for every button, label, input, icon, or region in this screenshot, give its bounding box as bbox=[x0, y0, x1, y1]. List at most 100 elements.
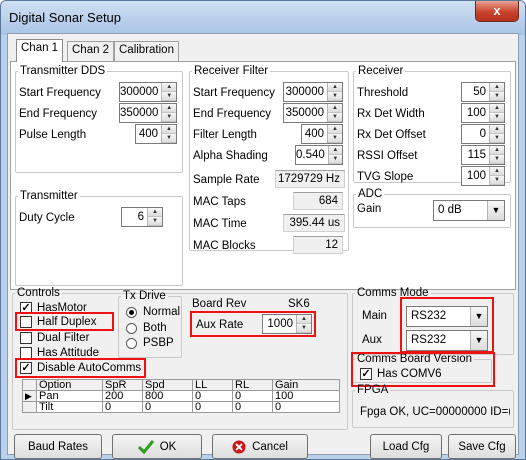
rf-end-frequency-spinner[interactable]: 350000 ▲ ▼ bbox=[283, 103, 343, 123]
motor-options-table[interactable]: Option SpR Spd LL RL Gain ▶ Pan 200 800 … bbox=[22, 379, 340, 413]
fpga-legend: FPGA bbox=[357, 384, 389, 396]
threshold-spinner[interactable]: 50 ▲ ▼ bbox=[461, 82, 505, 102]
table-cell[interactable]: Tilt bbox=[36, 401, 103, 413]
rx-det-width-spinner[interactable]: 100 ▲ ▼ bbox=[461, 103, 505, 123]
spin-down-icon[interactable]: ▼ bbox=[490, 134, 504, 143]
table-cell[interactable]: 200 bbox=[102, 390, 143, 402]
pulse-length-value[interactable]: 400 bbox=[136, 125, 161, 143]
table-row[interactable]: ▶ Pan 200 800 0 0 100 bbox=[22, 390, 340, 402]
radio-selected-icon[interactable] bbox=[126, 306, 137, 318]
spin-down-icon[interactable]: ▼ bbox=[328, 134, 342, 143]
table-row[interactable]: Tilt 0 0 0 0 0 bbox=[22, 401, 340, 413]
table-cell[interactable]: 0 bbox=[192, 401, 233, 413]
spin-up-icon[interactable]: ▲ bbox=[490, 146, 504, 155]
tvg-slope-spinner[interactable]: 100 ▲ ▼ bbox=[461, 166, 505, 186]
spin-down-icon[interactable]: ▼ bbox=[328, 113, 342, 122]
ok-button[interactable]: OK bbox=[112, 434, 202, 459]
spin-down-icon[interactable]: ▼ bbox=[162, 113, 176, 122]
table-cell[interactable]: 0 bbox=[272, 401, 340, 413]
radio-icon[interactable] bbox=[126, 322, 137, 334]
comms-aux-label: Aux bbox=[362, 334, 382, 346]
filter-length-spinner[interactable]: 400 ▲ ▼ bbox=[301, 124, 343, 144]
row-selector-cell[interactable] bbox=[22, 401, 37, 413]
cancel-button[interactable]: Cancel bbox=[212, 434, 308, 459]
spin-up-icon[interactable]: ▲ bbox=[328, 104, 342, 113]
alpha-shading-spinner[interactable]: 0.540 ▲ ▼ bbox=[295, 145, 343, 165]
duty-cycle-value[interactable]: 6 bbox=[122, 208, 147, 226]
spin-down-icon[interactable]: ▼ bbox=[490, 92, 504, 101]
spin-up-icon[interactable]: ▲ bbox=[490, 125, 504, 134]
tx-end-frequency-value[interactable]: 350000 bbox=[120, 104, 161, 122]
tx-drive-psbp-label: PSBP bbox=[143, 337, 174, 349]
title-bar[interactable]: Digital Sonar Setup x bbox=[1, 1, 525, 35]
tx-drive-normal-radio[interactable]: Normal bbox=[126, 306, 180, 318]
tx-start-frequency-spinner[interactable]: 300000 ▲ ▼ bbox=[119, 82, 177, 102]
pulse-length-spinner[interactable]: 400 ▲ ▼ bbox=[135, 124, 177, 144]
table-cell[interactable]: 800 bbox=[142, 390, 193, 402]
spin-up-icon[interactable]: ▲ bbox=[162, 83, 176, 92]
spin-down-icon[interactable]: ▼ bbox=[490, 176, 504, 185]
table-cell[interactable]: 0 bbox=[102, 401, 143, 413]
table-cell[interactable]: 0 bbox=[232, 390, 273, 402]
table-cell[interactable]: 0 bbox=[192, 390, 233, 402]
comms-mode-highlight bbox=[400, 297, 494, 353]
table-header-spr: SpR bbox=[102, 379, 143, 391]
spin-up-icon[interactable]: ▲ bbox=[490, 83, 504, 92]
spin-down-icon[interactable]: ▼ bbox=[328, 92, 342, 101]
table-cell[interactable]: 0 bbox=[142, 401, 193, 413]
tx-drive-both-radio[interactable]: Both bbox=[126, 322, 167, 334]
dual-filter-check[interactable] bbox=[20, 332, 32, 344]
table-cell[interactable]: Pan bbox=[36, 390, 103, 402]
spin-down-icon[interactable]: ▼ bbox=[490, 155, 504, 164]
tx-start-frequency-value[interactable]: 300000 bbox=[120, 83, 161, 101]
table-cell[interactable]: 0 bbox=[232, 401, 273, 413]
dual-filter-checkbox[interactable]: Dual Filter bbox=[20, 332, 89, 344]
rssi-offset-spinner[interactable]: 115 ▲ ▼ bbox=[461, 145, 505, 165]
table-header-spd: Spd bbox=[142, 379, 193, 391]
adc-gain-value[interactable]: 0 dB bbox=[434, 201, 487, 220]
tab-chan-1[interactable]: Chan 1 bbox=[16, 39, 64, 62]
spin-up-icon[interactable]: ▲ bbox=[162, 104, 176, 113]
table-cell[interactable]: 100 bbox=[272, 390, 340, 402]
rx-det-offset-value[interactable]: 0 bbox=[462, 125, 489, 143]
baud-rates-button[interactable]: Baud Rates bbox=[14, 434, 102, 459]
rf-start-frequency-spinner[interactable]: 300000 ▲ ▼ bbox=[283, 82, 343, 102]
spin-down-icon[interactable]: ▼ bbox=[162, 134, 176, 143]
table-header-rl: RL bbox=[232, 379, 273, 391]
close-button[interactable]: x bbox=[475, 1, 519, 22]
save-cfg-button[interactable]: Save Cfg bbox=[448, 434, 516, 459]
spin-up-icon[interactable]: ▲ bbox=[328, 125, 342, 134]
spin-up-icon[interactable]: ▲ bbox=[328, 146, 342, 155]
spin-down-icon[interactable]: ▼ bbox=[328, 155, 342, 164]
filter-length-value[interactable]: 400 bbox=[302, 125, 327, 143]
spin-down-icon[interactable]: ▼ bbox=[490, 113, 504, 122]
threshold-value[interactable]: 50 bbox=[462, 83, 489, 101]
spin-up-icon[interactable]: ▲ bbox=[162, 125, 176, 134]
tx-end-frequency-spinner[interactable]: 350000 ▲ ▼ bbox=[119, 103, 177, 123]
spin-down-icon[interactable]: ▼ bbox=[148, 217, 162, 226]
tx-drive-psbp-radio[interactable]: PSBP bbox=[126, 337, 174, 349]
duty-cycle-spinner[interactable]: 6 ▲ ▼ bbox=[121, 207, 163, 227]
rx-det-offset-spinner[interactable]: 0 ▲ ▼ bbox=[461, 124, 505, 144]
rf-start-frequency-value[interactable]: 300000 bbox=[284, 83, 327, 101]
row-selector-icon[interactable]: ▶ bbox=[22, 390, 37, 402]
spin-down-icon[interactable]: ▼ bbox=[162, 92, 176, 101]
table-corner-cell bbox=[22, 379, 37, 391]
tvg-slope-value[interactable]: 100 bbox=[462, 167, 489, 185]
rssi-offset-label: RSSI Offset bbox=[357, 150, 418, 162]
dropdown-arrow-icon[interactable]: ▼ bbox=[487, 201, 504, 220]
adc-gain-select[interactable]: 0 dB ▼ bbox=[433, 200, 505, 221]
tab-chan-2[interactable]: Chan 2 bbox=[67, 41, 115, 61]
transmitter-group: Transmitter bbox=[15, 190, 183, 286]
rx-det-width-value[interactable]: 100 bbox=[462, 104, 489, 122]
spin-up-icon[interactable]: ▲ bbox=[490, 167, 504, 176]
rf-end-frequency-value[interactable]: 350000 bbox=[284, 104, 327, 122]
tab-calibration[interactable]: Calibration bbox=[114, 41, 179, 61]
alpha-shading-value[interactable]: 0.540 bbox=[296, 146, 328, 164]
rssi-offset-value[interactable]: 115 bbox=[462, 146, 489, 164]
radio-icon[interactable] bbox=[126, 337, 137, 349]
load-cfg-button[interactable]: Load Cfg bbox=[370, 434, 442, 459]
spin-up-icon[interactable]: ▲ bbox=[490, 104, 504, 113]
spin-up-icon[interactable]: ▲ bbox=[328, 83, 342, 92]
spin-up-icon[interactable]: ▲ bbox=[148, 208, 162, 217]
